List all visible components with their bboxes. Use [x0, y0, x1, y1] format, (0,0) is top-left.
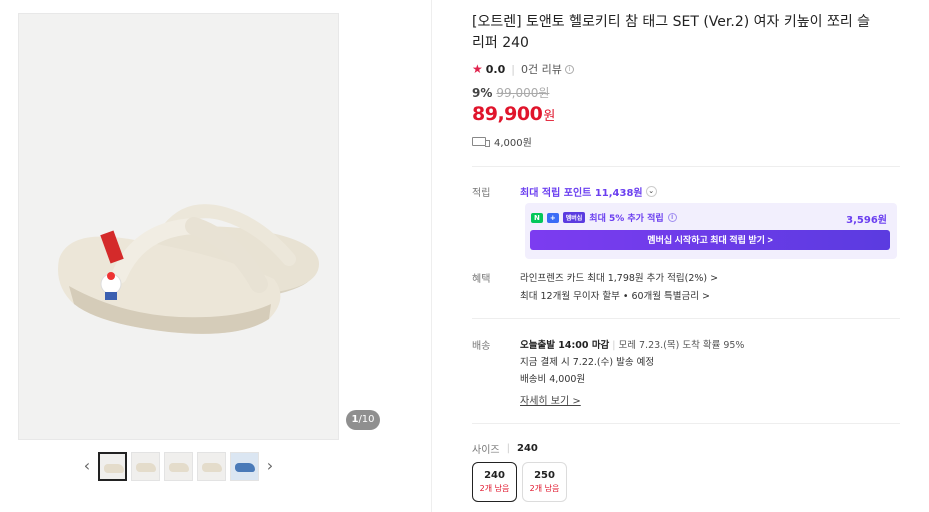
size-option-240[interactable]: 240 2개 남음 [472, 462, 517, 502]
dispatch-info: 지금 결제 시 7.22.(수) 발송 예정 [520, 357, 655, 368]
info-icon[interactable]: i [564, 64, 574, 74]
card-benefit-link[interactable]: 라인프렌즈 카드 최대 1,798원 추가 적립(2%) > [520, 270, 718, 284]
product-title: [오트렌] 토앤토 헬로키티 참 태그 SET (Ver.2) 여자 키높이 쪼… [472, 14, 871, 51]
size-option-250[interactable]: 250 2개 남음 [522, 462, 567, 502]
info-icon[interactable]: i [667, 213, 677, 222]
sale-price: 89,900 원 [472, 103, 556, 125]
plus-logo: + [546, 212, 559, 223]
thumbnail[interactable] [131, 451, 160, 481]
rating-value: 0.0 [485, 62, 506, 76]
thumbnail[interactable] [164, 451, 193, 481]
membership-amount: 3,596원 [846, 215, 887, 226]
points-label: 적립 [472, 188, 491, 199]
sandal-image [58, 204, 319, 334]
membership-start-button[interactable]: 멤버십 시작하고 최대 적립 받기 > [530, 230, 890, 250]
shipping-fee-row: 4,000원 [472, 134, 532, 149]
divider [472, 423, 900, 424]
delivery-fee: 배송비 4,000원 [520, 374, 586, 385]
max-points-link[interactable]: 최대 적립 포인트 11,438원 ⌄ [520, 184, 657, 199]
npay-logo: N [531, 212, 543, 223]
product-main-image[interactable] [18, 13, 339, 440]
chevron-down-icon[interactable]: ⌄ [645, 186, 657, 197]
thumbnail-strip: ‹ › [80, 451, 277, 481]
size-header: 사이즈 | 240 [472, 443, 538, 456]
size-options: 240 2개 남음 250 2개 남음 [472, 462, 567, 502]
installment-link[interactable]: 최대 12개월 무이자 할부 • 60개월 특별금리 > [520, 288, 710, 302]
delivery-label: 배송 [472, 341, 491, 352]
membership-text: 최대 5% 추가 적립 [589, 214, 664, 224]
thumbnail[interactable] [230, 451, 259, 481]
original-price: 99,000원 [496, 86, 550, 100]
membership-box: N + 멤버십 최대 5% 추가 적립 i 3,596원 멤버십 시작하고 최대… [525, 203, 897, 259]
benefits-label: 혜택 [472, 274, 491, 285]
truck-icon [472, 137, 490, 147]
column-divider [431, 0, 432, 512]
discount-rate: 9% [472, 85, 493, 100]
image-counter: 1/10 [346, 410, 380, 430]
chevron-left-icon[interactable]: ‹ [80, 451, 94, 481]
thumbnail[interactable] [197, 451, 226, 481]
membership-badge: 멤버십 [562, 212, 586, 223]
review-count[interactable]: 0건 리뷰 [521, 61, 562, 77]
divider [472, 166, 900, 167]
delivery-detail-link[interactable]: 자세히 보기 > [520, 392, 581, 407]
thumbnail[interactable] [98, 451, 127, 481]
delivery-today: 오늘출발 14:00 마감 | 모레 7.23.(목) 도착 확률 95% [520, 340, 745, 351]
discount-row: 9% 99,000원 [472, 84, 549, 101]
divider [472, 318, 900, 319]
star-icon: ★ [472, 62, 483, 76]
rating-row: ★ 0.0 | 0건 리뷰 i [472, 61, 574, 77]
chevron-right-icon[interactable]: › [263, 451, 277, 481]
